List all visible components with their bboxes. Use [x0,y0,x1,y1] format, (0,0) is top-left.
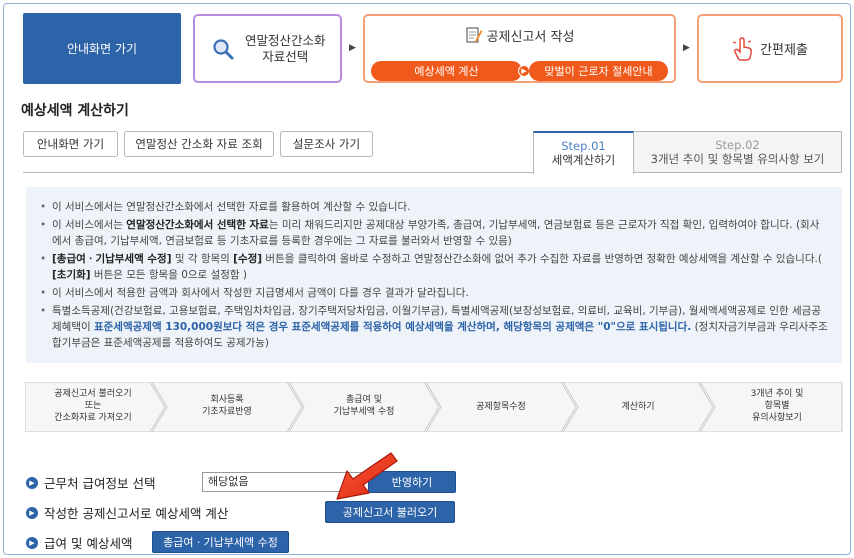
step-write-title: 공제신고서 작성 [365,26,674,45]
guide-page-button[interactable]: 안내화면 가기 [23,131,118,157]
flow-step-load: 공제신고서 불러오기 또는 간소화자료 가져오기 [54,389,132,423]
flow-step-salary: 총급여 및 기납부세액 수정 [333,395,395,417]
employer-salary-label: 근무처 급여정보 선택 [44,476,156,491]
search-icon [213,38,234,59]
info-item: 이 서비스에서는 연말정산간소화에서 선택한 자료를 활용하여 계산할 수 있습… [40,199,828,215]
process-flow: 공제신고서 불러오기 또는 간소화자료 가져오기 회사등록 기초자료반영 총급여 및기… [25,382,843,432]
load-deduction-button[interactable]: 공제신고서 불러오기 [325,501,455,523]
pointing-hand-icon [732,36,753,61]
arrow-bullet-icon: ▶ [26,477,38,489]
info-notice-box: 이 서비스에서는 연말정산간소화에서 선택한 자료를 활용하여 계산할 수 있습… [26,187,842,363]
salary-tax-label: 급여 및 예상세액 [44,536,133,551]
flow-step-deduction: 공제항목수정 [476,402,526,412]
chevron-right-icon: ▶ [349,43,356,53]
step-simplified-data[interactable]: 연말정산간소화 자료선택 [193,14,342,83]
page-title: 예상세액 계산하기 [21,103,129,119]
info-item: 이 서비스에서 적용한 금액과 회사에서 작성한 지급명세서 금액이 다를 경우… [40,285,828,301]
tab-three-year-trend[interactable]: Step.02 3개년 추이 및 항목별 유의사항 보기 [633,131,842,173]
main-frame: 안내화면 가기 연말정산간소화 자료선택 ▶ 공제신고서 작성 예상세액 계산 … [3,3,851,555]
arrow-bullet-icon: ▶ [26,537,38,549]
document-edit-icon [465,27,483,43]
arrow-bullet-icon: ▶ [26,507,38,519]
survey-button[interactable]: 설문조사 가기 [280,131,373,157]
info-item: [총급여ㆍ기납부세액 수정] 및 각 항목의 [수정] 버튼을 클릭하여 올바로… [40,251,828,283]
home-guide-button[interactable]: 안내화면 가기 [23,13,181,84]
simplified-lookup-button[interactable]: 연말정산 간소화 자료 조회 [124,131,274,157]
flow-step-calculate: 계산하기 [621,402,655,412]
tab-calculate-tax[interactable]: Step.01 세액계산하기 [533,131,634,174]
dual-income-tip-pill[interactable]: 맞벌이 근로자 절세안내 [529,61,668,81]
red-arrow-icon [336,452,398,500]
simple-submit-label: 간편제출 [760,43,808,58]
chevron-right-icon: ▶ [683,43,690,53]
step-write-deduction: 공제신고서 작성 예상세액 계산 ▶ 맞벌이 근로자 절세안내 [363,14,676,83]
step-simple-submit[interactable]: 간편제출 [697,14,843,83]
info-item: 이 서비스에서는 연말정산간소화에서 선택한 자료는 미리 채워드리지만 공제대… [40,217,828,249]
flow-step-company: 회사등록 기초자료반영 [202,395,252,417]
written-deduction-label: 작성한 공제신고서로 예상세액 계산 [44,506,229,521]
flow-step-trend: 3개년 추이 및 항목별 유의사항보기 [750,389,804,423]
step-simplified-label: 연말정산간소화 자료선택 [245,32,326,64]
edit-salary-tax-button[interactable]: 총급여ㆍ기납부세액 수정 [152,531,289,553]
info-item: 특별소득공제(건강보험료, 고용보험료, 주택임차차입금, 장기주택저당차입금,… [40,303,828,351]
tab-divider [23,172,842,173]
estimated-tax-pill[interactable]: 예상세액 계산 [371,61,522,81]
